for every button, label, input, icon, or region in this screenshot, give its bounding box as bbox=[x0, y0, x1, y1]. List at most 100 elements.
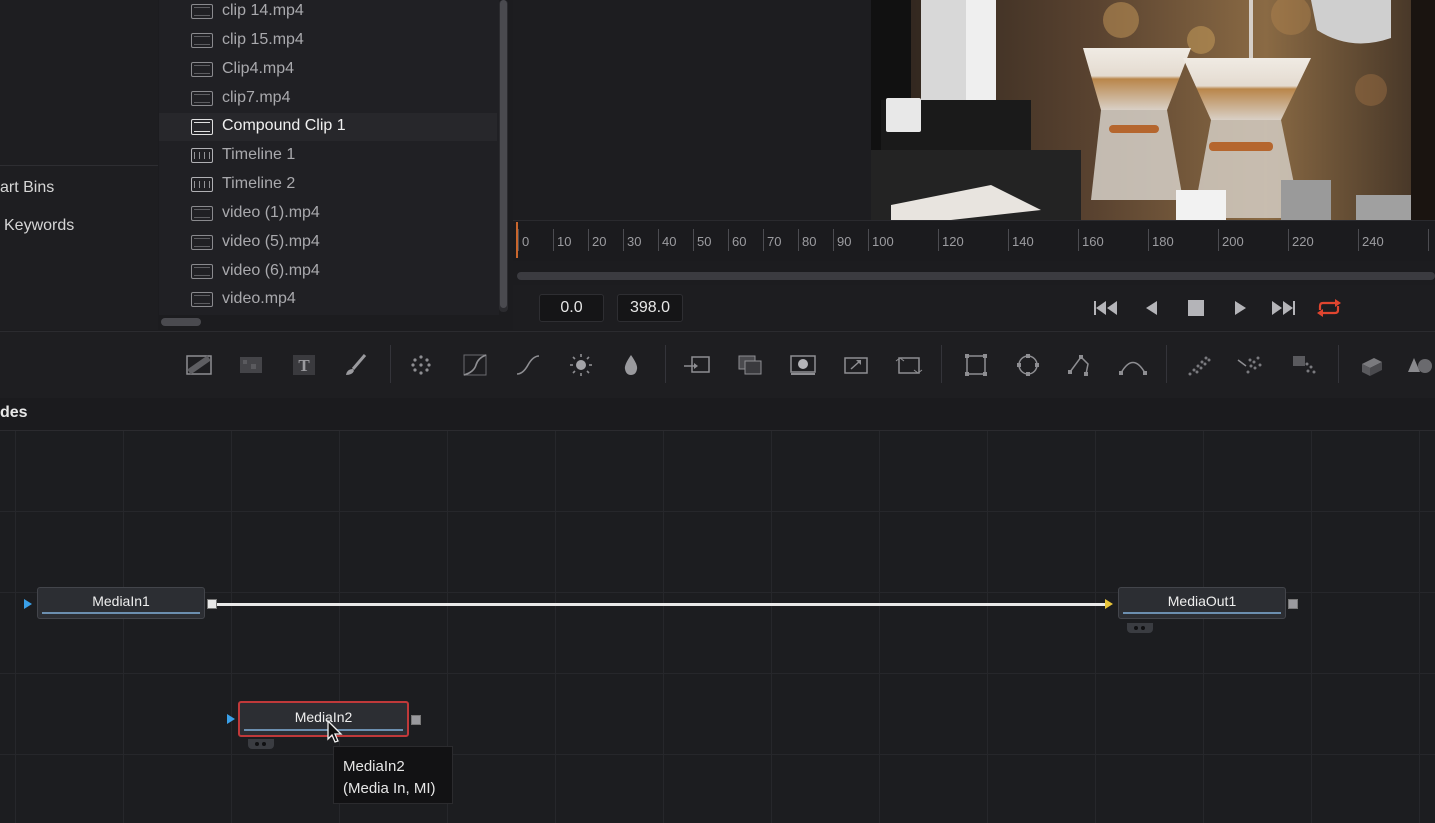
node-output-square-icon[interactable] bbox=[1288, 599, 1298, 609]
pimage-icon[interactable] bbox=[1289, 352, 1319, 378]
pemitter-icon[interactable] bbox=[1185, 352, 1215, 378]
loop-icon[interactable] bbox=[1314, 296, 1341, 320]
toolbar-separator bbox=[390, 345, 391, 383]
ruler-label: 240 bbox=[1362, 234, 1384, 249]
node-input-triangle-icon[interactable] bbox=[1105, 599, 1113, 609]
list-item[interactable]: Clip4.mp4 bbox=[159, 56, 497, 84]
bspline-mask-icon[interactable] bbox=[1118, 352, 1148, 378]
video-clip-icon bbox=[191, 4, 213, 19]
list-item[interactable]: clip7.mp4 bbox=[159, 85, 497, 113]
media-pool-horizontal-scrollbar[interactable] bbox=[161, 318, 201, 326]
node-mediain2-selected[interactable]: MediaIn2 bbox=[238, 701, 409, 737]
node-view-pins-icon[interactable] bbox=[248, 739, 274, 749]
node-input-triangle-icon[interactable] bbox=[227, 714, 235, 724]
color-corrector-icon[interactable] bbox=[566, 352, 596, 378]
viewer-frame-image[interactable] bbox=[871, 0, 1435, 220]
ruler-tick bbox=[1358, 229, 1359, 251]
list-item-selected[interactable]: Compound Clip 1 bbox=[159, 113, 497, 141]
play-reverse-icon[interactable] bbox=[1139, 296, 1165, 320]
ruler-label: 220 bbox=[1292, 234, 1314, 249]
list-item[interactable]: Timeline 2 bbox=[159, 171, 497, 199]
polygon-mask-icon[interactable] bbox=[1066, 352, 1096, 378]
ruler-tick bbox=[1218, 229, 1219, 251]
paint-icon[interactable] bbox=[341, 352, 371, 378]
timeline-ruler[interactable]: 0 10 20 30 40 50 60 70 80 90 100 120 140… bbox=[513, 220, 1435, 261]
stop-icon[interactable] bbox=[1183, 296, 1209, 320]
node-label: MediaOut1 bbox=[1167, 593, 1237, 609]
bins-sidebar: art Bins Keywords bbox=[0, 0, 158, 330]
mouse-cursor-icon bbox=[326, 719, 344, 745]
sidebar-item-keywords[interactable]: Keywords bbox=[4, 217, 74, 235]
background-icon[interactable] bbox=[184, 352, 214, 378]
list-item[interactable]: clip 15.mp4 bbox=[159, 27, 497, 55]
video-clip-icon bbox=[191, 33, 213, 48]
node-label: MediaIn2 bbox=[294, 709, 353, 725]
list-item[interactable]: Timeline 1 bbox=[159, 142, 497, 170]
matte-control-icon[interactable] bbox=[788, 352, 818, 378]
fast-noise-icon[interactable] bbox=[236, 352, 266, 378]
channel-booleans-icon[interactable] bbox=[735, 352, 765, 378]
video-clip-icon bbox=[191, 292, 213, 307]
ruler-label: 160 bbox=[1082, 234, 1104, 249]
ruler-label: 200 bbox=[1222, 234, 1244, 249]
node-graph-canvas[interactable] bbox=[0, 431, 1435, 823]
play-icon[interactable] bbox=[1227, 296, 1253, 320]
skip-to-end-icon[interactable] bbox=[1270, 296, 1296, 320]
clip-name: video (6).mp4 bbox=[222, 262, 320, 279]
color-curves-icon[interactable] bbox=[460, 352, 490, 378]
video-clip-icon bbox=[191, 264, 213, 279]
toolbar-separator bbox=[941, 345, 942, 383]
node-input-triangle-icon[interactable] bbox=[24, 599, 32, 609]
prender-icon[interactable] bbox=[1236, 352, 1266, 378]
start-time-field[interactable]: 0.0 bbox=[539, 294, 604, 322]
tools-toolbar bbox=[0, 331, 1435, 399]
ellipse-mask-icon[interactable] bbox=[1013, 352, 1043, 378]
node-mediaout1[interactable]: MediaOut1 bbox=[1118, 587, 1286, 619]
merge-icon[interactable] bbox=[682, 352, 712, 378]
list-item[interactable]: video (1).mp4 bbox=[159, 200, 497, 228]
list-item[interactable]: video (6).mp4 bbox=[159, 258, 497, 286]
end-time-field[interactable]: 398.0 bbox=[617, 294, 683, 322]
list-item[interactable]: clip 14.mp4 bbox=[159, 0, 497, 26]
ruler-tick bbox=[1008, 229, 1009, 251]
clip-name: Compound Clip 1 bbox=[222, 117, 346, 134]
clip-name: Timeline 1 bbox=[222, 146, 296, 163]
skip-to-start-icon[interactable] bbox=[1093, 296, 1119, 320]
node-view-pins-icon[interactable] bbox=[1127, 623, 1153, 633]
ruler-tick bbox=[938, 229, 939, 251]
list-item[interactable]: video (5).mp4 bbox=[159, 229, 497, 257]
ruler-tick bbox=[588, 229, 589, 251]
ruler-label: 80 bbox=[802, 234, 817, 249]
node-status-bar bbox=[42, 612, 200, 614]
media-pool-vertical-scrollbar[interactable] bbox=[499, 0, 508, 312]
timeline-icon bbox=[191, 177, 213, 192]
ruler-tick bbox=[1428, 229, 1429, 251]
scrub-bar[interactable] bbox=[517, 272, 1435, 280]
node-status-bar bbox=[244, 729, 403, 731]
viewer-empty-area bbox=[513, 0, 871, 220]
renderer3d-icon[interactable] bbox=[1404, 352, 1434, 378]
tooltip-subtitle: (Media In, MI) bbox=[343, 780, 436, 797]
clip-name: clip 15.mp4 bbox=[222, 31, 304, 48]
sidebar-item-smart-bins[interactable]: art Bins bbox=[0, 179, 54, 197]
ruler-label: 50 bbox=[697, 234, 712, 249]
playhead[interactable] bbox=[516, 222, 518, 258]
node-output-square-icon[interactable] bbox=[411, 715, 421, 725]
list-item[interactable]: video.mp4 bbox=[159, 286, 497, 314]
node-mediain1[interactable]: MediaIn1 bbox=[37, 587, 205, 619]
particles-icon[interactable] bbox=[406, 352, 436, 378]
resize-icon[interactable] bbox=[841, 352, 871, 378]
node-connection-line[interactable] bbox=[217, 603, 1109, 606]
shape3d-icon[interactable] bbox=[1356, 352, 1386, 378]
rectangle-mask-icon[interactable] bbox=[961, 352, 991, 378]
node-output-square-icon[interactable] bbox=[207, 599, 217, 609]
transform-icon[interactable] bbox=[894, 352, 924, 378]
toolbar-separator bbox=[1338, 345, 1339, 383]
blur-icon[interactable] bbox=[616, 352, 646, 378]
brightness-contrast-icon[interactable] bbox=[513, 352, 543, 378]
video-clip-icon bbox=[191, 206, 213, 221]
node-status-bar bbox=[1123, 612, 1281, 614]
nodes-panel-title: des bbox=[0, 404, 28, 421]
text-icon[interactable]: T bbox=[289, 352, 319, 378]
ruler-tick bbox=[658, 229, 659, 251]
